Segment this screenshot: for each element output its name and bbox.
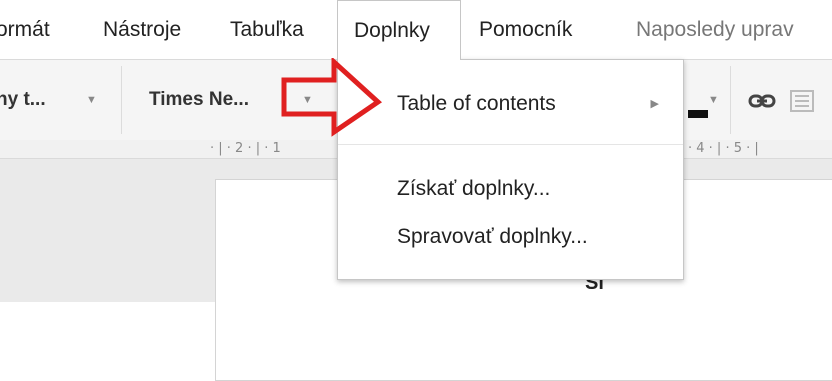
comment-icon[interactable] [790,80,814,120]
menu-item-manage-addons[interactable]: Spravovať doplnky... [338,215,683,259]
menu-item-get-addons[interactable]: Získať doplnky... [338,167,683,211]
menu-addons[interactable]: Doplnky [337,0,461,60]
ruler-right-ticks: · 4 · | · 5 · | [688,141,759,156]
text-color-indicator[interactable] [688,110,708,118]
text-color-arrow-icon[interactable]: ▼ [708,84,719,116]
toolbar-divider [730,66,731,134]
menu-bar: ormát Nástroje Tabuľka Doplnky Pomocník … [0,0,832,60]
style-dropdown-arrow-icon[interactable]: ▼ [86,84,97,116]
link-icon[interactable] [748,80,776,120]
last-edit-link[interactable]: Naposledy uprav [636,0,794,60]
red-arrow-annotation-icon [281,58,383,137]
ruler-left-ticks: · | · 2 · | · 1 [210,141,281,156]
submenu-arrow-icon: ▶ [650,98,659,110]
menu-tools[interactable]: Nástroje [103,0,181,60]
menu-divider [338,144,683,145]
menu-format[interactable]: ormát [0,0,50,60]
style-dropdown[interactable]: ny t... [0,84,46,116]
menu-table[interactable]: Tabuľka [230,0,304,60]
toolbar-divider [121,66,122,134]
menu-help[interactable]: Pomocník [479,0,572,60]
font-dropdown[interactable]: Times Ne... [149,84,249,116]
menu-item-label: Table of contents [397,92,556,115]
